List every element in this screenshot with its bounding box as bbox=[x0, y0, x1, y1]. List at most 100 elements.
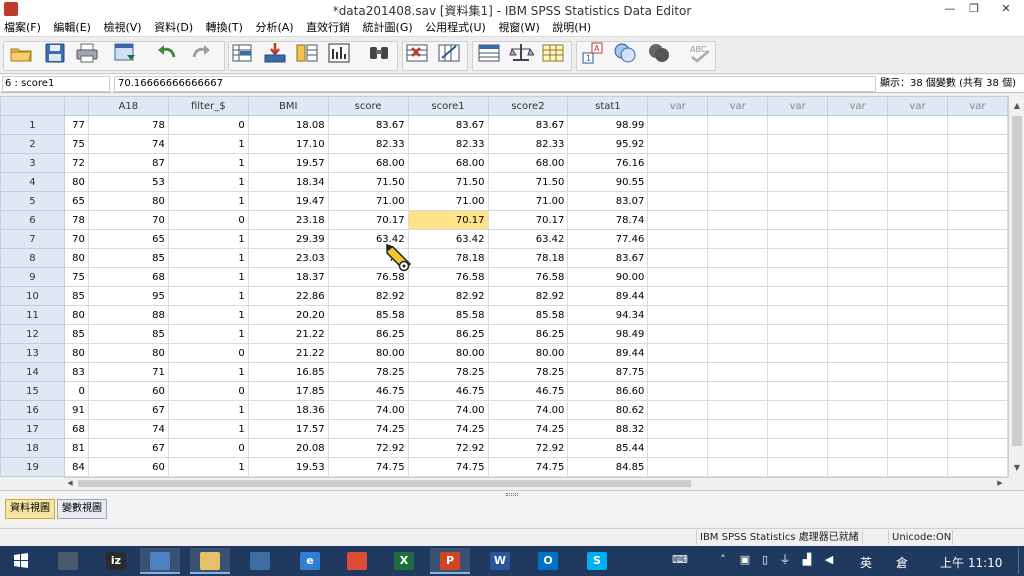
row-number[interactable]: 14 bbox=[0, 362, 65, 382]
row-number[interactable]: 6 bbox=[0, 210, 65, 230]
data-cell[interactable]: 16.85 bbox=[247, 362, 329, 382]
data-cell[interactable]: 74.75 bbox=[327, 457, 409, 477]
data-cell[interactable] bbox=[946, 457, 1008, 477]
data-cell[interactable] bbox=[707, 286, 769, 306]
tray-power-icon[interactable]: ⏚ bbox=[778, 553, 792, 567]
taskbar-skype-app[interactable]: S bbox=[577, 548, 617, 574]
show-desktop-button[interactable] bbox=[1018, 548, 1022, 574]
data-cell[interactable] bbox=[887, 134, 948, 154]
data-cell[interactable]: 0 bbox=[167, 115, 249, 135]
column-header-filter[interactable]: filter_$ bbox=[167, 96, 249, 116]
data-cell[interactable]: 23.03 bbox=[247, 248, 329, 268]
data-cell[interactable]: 89.44 bbox=[567, 343, 649, 363]
data-cell[interactable]: 85.58 bbox=[487, 305, 569, 325]
column-header-score2[interactable]: score2 bbox=[487, 96, 569, 116]
data-cell[interactable] bbox=[707, 381, 769, 401]
data-cell[interactable]: 21.22 bbox=[247, 343, 329, 363]
data-cell[interactable]: 75 bbox=[63, 134, 89, 154]
data-cell[interactable] bbox=[647, 153, 709, 173]
data-cell[interactable]: 74.25 bbox=[327, 419, 409, 439]
data-cell[interactable]: 76.58 bbox=[487, 267, 569, 287]
data-cell[interactable] bbox=[767, 419, 829, 439]
tab-variable-view[interactable]: 變數視圖 bbox=[57, 499, 107, 519]
data-cell[interactable]: 82.92 bbox=[487, 286, 569, 306]
taskbar-spss-app[interactable] bbox=[140, 548, 180, 574]
data-cell[interactable] bbox=[767, 210, 829, 230]
data-cell[interactable]: 80 bbox=[63, 248, 89, 268]
data-cell[interactable] bbox=[647, 305, 709, 325]
show-all-variables-icon[interactable] bbox=[646, 41, 672, 65]
data-cell[interactable]: 80.00 bbox=[327, 343, 409, 363]
data-cell[interactable]: 82.92 bbox=[327, 286, 409, 306]
data-cell[interactable]: 71.00 bbox=[487, 191, 569, 211]
data-cell[interactable] bbox=[647, 229, 709, 249]
data-cell[interactable]: 78.25 bbox=[327, 362, 409, 382]
data-cell[interactable]: 82.33 bbox=[487, 134, 569, 154]
data-cell[interactable] bbox=[767, 134, 829, 154]
menu-window[interactable]: 視窗(W) bbox=[494, 18, 544, 37]
data-cell[interactable]: 1 bbox=[167, 419, 249, 439]
use-sets-icon[interactable] bbox=[612, 41, 638, 65]
data-cell[interactable]: 78.18 bbox=[407, 248, 489, 268]
data-cell[interactable]: 86.25 bbox=[407, 324, 489, 344]
start-button[interactable] bbox=[0, 548, 40, 574]
data-cell[interactable] bbox=[647, 457, 709, 477]
taskbar-ie-app[interactable]: e bbox=[290, 548, 330, 574]
open-folder-icon[interactable] bbox=[8, 41, 34, 65]
column-header-var[interactable]: var bbox=[827, 96, 889, 116]
data-cell[interactable] bbox=[887, 153, 948, 173]
data-cell[interactable]: 22.86 bbox=[247, 286, 329, 306]
data-cell[interactable] bbox=[647, 267, 709, 287]
data-cell[interactable]: 74.75 bbox=[487, 457, 569, 477]
insert-cases-icon[interactable] bbox=[404, 41, 430, 65]
cell-reference-field[interactable]: 6 : score1 bbox=[2, 76, 110, 92]
data-cell[interactable]: 29.39 bbox=[247, 229, 329, 249]
data-cell[interactable] bbox=[827, 438, 889, 458]
column-header-score1[interactable]: score1 bbox=[407, 96, 489, 116]
row-number[interactable]: 13 bbox=[0, 343, 65, 363]
row-number[interactable]: 12 bbox=[0, 324, 65, 344]
data-cell[interactable] bbox=[707, 248, 769, 268]
data-cell[interactable] bbox=[647, 324, 709, 344]
data-cell[interactable]: 80 bbox=[63, 172, 89, 192]
row-number[interactable]: 17 bbox=[0, 419, 65, 439]
data-cell[interactable] bbox=[767, 153, 829, 173]
data-cell[interactable] bbox=[767, 362, 829, 382]
data-cell[interactable]: 85 bbox=[63, 286, 89, 306]
data-cell[interactable] bbox=[946, 172, 1008, 192]
data-cell[interactable]: 46.75 bbox=[487, 381, 569, 401]
data-cell[interactable]: 90.00 bbox=[567, 267, 649, 287]
data-cell[interactable]: 78 bbox=[63, 210, 89, 230]
data-cell[interactable] bbox=[707, 305, 769, 325]
data-cell[interactable] bbox=[946, 381, 1008, 401]
data-cell[interactable]: 0 bbox=[167, 438, 249, 458]
data-cell[interactable]: 85.44 bbox=[567, 438, 649, 458]
taskbar-app-5[interactable] bbox=[240, 548, 280, 574]
data-cell[interactable]: 86.25 bbox=[487, 324, 569, 344]
taskbar-powerpoint-app[interactable]: P bbox=[430, 548, 470, 574]
row-number[interactable]: 10 bbox=[0, 286, 65, 306]
data-cell[interactable]: 71.50 bbox=[487, 172, 569, 192]
data-cell[interactable] bbox=[827, 362, 889, 382]
data-cell[interactable]: 76.58 bbox=[407, 267, 489, 287]
variables-icon[interactable] bbox=[294, 41, 320, 65]
data-cell[interactable] bbox=[767, 229, 829, 249]
select-cases-icon[interactable] bbox=[540, 41, 566, 65]
data-cell[interactable]: 78.18 bbox=[487, 248, 569, 268]
data-cell[interactable]: 72.92 bbox=[407, 438, 489, 458]
undo-icon[interactable] bbox=[154, 41, 180, 65]
data-cell[interactable] bbox=[647, 400, 709, 420]
data-cell[interactable] bbox=[767, 115, 829, 135]
data-cell[interactable] bbox=[887, 381, 948, 401]
data-cell[interactable] bbox=[946, 229, 1008, 249]
data-cell[interactable]: 98.99 bbox=[567, 115, 649, 135]
data-cell[interactable] bbox=[707, 210, 769, 230]
data-cell[interactable] bbox=[707, 400, 769, 420]
data-cell[interactable] bbox=[946, 191, 1008, 211]
data-cell[interactable] bbox=[887, 267, 948, 287]
data-cell[interactable]: 1 bbox=[167, 324, 249, 344]
data-cell[interactable]: 84.85 bbox=[567, 457, 649, 477]
data-cell[interactable]: 83.67 bbox=[407, 115, 489, 135]
data-cell[interactable] bbox=[887, 248, 948, 268]
print-icon[interactable] bbox=[74, 41, 100, 65]
